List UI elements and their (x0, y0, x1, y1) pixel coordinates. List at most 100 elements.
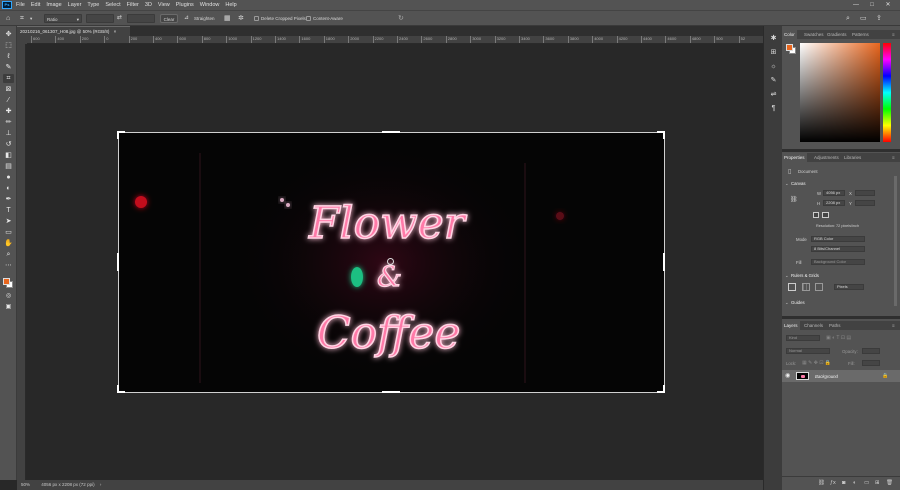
link-icon[interactable]: ⛓ (790, 196, 798, 203)
orientation-landscape-icon[interactable] (822, 212, 829, 218)
lasso-tool-icon[interactable]: ℓ (3, 52, 14, 61)
menu-filter[interactable]: Filter (127, 2, 139, 8)
layer-row-background[interactable]: ◉ Background 🔒 (782, 370, 900, 382)
fill-select[interactable]: Background Color (811, 259, 865, 265)
canvas-height-field[interactable]: 2208 px (823, 200, 845, 206)
tab-channels[interactable]: Channels (802, 321, 825, 330)
home-icon[interactable]: ⌂ (6, 14, 10, 23)
lock-icons[interactable]: ▦ ✎ ✥ ⊡ 🔒 (802, 360, 831, 366)
gradient-tool-icon[interactable]: ▤ (3, 162, 14, 171)
add-mask-icon[interactable]: ◙ (842, 480, 845, 486)
brushes-icon[interactable]: ✎ (769, 76, 778, 85)
menu-plugins[interactable]: Plugins (176, 2, 194, 8)
crop-tool-icon[interactable]: ⌗ (3, 74, 14, 83)
tab-gradients[interactable]: Gradients (825, 30, 849, 39)
pen-tool-icon[interactable]: ✒ (3, 195, 14, 204)
tab-paths[interactable]: Paths (827, 321, 843, 330)
history-icon[interactable]: ⊞ (769, 48, 778, 57)
menu-window[interactable]: Window (200, 2, 220, 8)
close-tab-icon[interactable]: × (114, 29, 117, 34)
layer-filter-icons[interactable]: ▣ ◐ T ⊡ ▤ (826, 335, 851, 341)
properties-scrollbar[interactable] (894, 176, 897, 306)
move-tool-icon[interactable]: ✥ (3, 30, 14, 39)
content-aware-checkbox[interactable]: Content-Aware (306, 14, 343, 23)
maximize-button[interactable]: □ (866, 0, 878, 10)
crop-handle-right[interactable] (663, 253, 665, 271)
crop-handle-bottom-left-v[interactable] (117, 385, 119, 393)
straighten-label[interactable]: Straighten (194, 14, 215, 23)
foreground-color-chip[interactable] (3, 278, 10, 285)
healing-brush-tool-icon[interactable]: ✚ (3, 107, 14, 116)
brush-tool-icon[interactable]: ✏ (3, 118, 14, 127)
layer-lock-icon[interactable]: 🔒 (882, 373, 888, 379)
learn-icon[interactable]: ✱ (769, 34, 778, 43)
ratio-select[interactable]: Ratio ▾ (44, 14, 82, 23)
screen-mode-icon[interactable]: ▣ (3, 303, 14, 312)
crop-handle-top-left-v[interactable] (117, 131, 119, 139)
eraser-tool-icon[interactable]: ◧ (3, 151, 14, 160)
units-select[interactable]: Pixels (834, 284, 864, 290)
crop-handle-top-right-v[interactable] (663, 131, 665, 139)
layer-kind-filter[interactable]: Kind (786, 335, 820, 341)
path-selection-tool-icon[interactable]: ➤ (3, 217, 14, 226)
menu-select[interactable]: Select (105, 2, 120, 8)
dodge-tool-icon[interactable]: ◐ (3, 184, 14, 193)
adjustment-layer-icon[interactable]: ◐ (853, 480, 856, 486)
color-panel-foreground[interactable] (786, 44, 793, 51)
tab-adjustments[interactable]: Adjustments (812, 153, 841, 162)
close-window-button[interactable]: ✕ (882, 0, 894, 10)
canvas-x-field[interactable] (855, 190, 875, 196)
new-layer-icon[interactable]: ⊞ (875, 480, 880, 486)
menu-type[interactable]: Type (87, 2, 99, 8)
new-group-icon[interactable]: ▭ (864, 480, 869, 486)
zoom-readout[interactable]: 50% (21, 482, 30, 487)
marquee-tool-icon[interactable]: ⬚ (3, 41, 14, 50)
menu-layer[interactable]: Layer (68, 2, 82, 8)
horizontal-ruler[interactable]: 600 400 200 0 200 400 600 800 1000 1200 1400 1600 18… (27, 36, 763, 44)
crop-handle-bottom-right-v[interactable] (663, 385, 665, 393)
panel-menu-icon[interactable]: ≡ (890, 153, 897, 162)
gear-icon[interactable]: ✲ (238, 14, 244, 23)
history-brush-tool-icon[interactable]: ↺ (3, 140, 14, 149)
layer-style-icon[interactable]: ƒx (830, 480, 836, 486)
rectangle-tool-icon[interactable]: ▭ (3, 228, 14, 237)
eye-icon[interactable]: ◉ (785, 372, 790, 379)
tab-layers[interactable]: Layers (782, 321, 800, 330)
panel-menu-icon[interactable]: ≡ (890, 321, 897, 330)
fill-opacity-field[interactable] (862, 360, 880, 366)
guides-section-toggle[interactable]: ⌄ (785, 300, 789, 306)
layer-name[interactable]: Background (815, 374, 838, 379)
ruler-corner[interactable] (17, 36, 27, 44)
zoom-tool-icon[interactable]: ⌕ (3, 250, 14, 259)
menu-3d[interactable]: 3D (145, 2, 152, 8)
canvas-section-toggle[interactable]: ⌄ (785, 181, 789, 187)
reset-icon[interactable]: ↻ (398, 14, 404, 23)
ratio-height-field[interactable] (127, 14, 155, 23)
crop-handle-bottom[interactable] (382, 391, 400, 393)
hand-tool-icon[interactable]: ✋ (3, 239, 14, 248)
crop-handle-top[interactable] (382, 131, 400, 133)
canvas-width-field[interactable]: 4056 px (823, 190, 845, 196)
menu-file[interactable]: File (16, 2, 25, 8)
mode-select[interactable]: RGB Color (811, 236, 865, 242)
chevron-down-icon[interactable]: ▾ (30, 14, 32, 23)
tab-swatches[interactable]: Swatches (802, 30, 826, 39)
blend-mode-select[interactable]: Normal (786, 348, 830, 354)
quick-mask-icon[interactable]: ◎ (3, 292, 14, 301)
search-icon[interactable]: ⌕ (846, 14, 850, 23)
crop-tool-preset-icon[interactable]: ⌗ (20, 14, 24, 23)
quick-select-tool-icon[interactable]: ✎ (3, 63, 14, 72)
rulers-section-toggle[interactable]: ⌄ (785, 273, 789, 279)
menu-image[interactable]: Image (46, 2, 61, 8)
guides-toggle-icon[interactable] (815, 283, 823, 291)
orientation-portrait-icon[interactable] (813, 212, 819, 218)
clear-button[interactable]: Clear (160, 14, 178, 23)
actions-icon[interactable]: ☼ (769, 62, 778, 71)
bit-depth-select[interactable]: 8 Bits/Channel (811, 246, 865, 252)
paragraph-icon[interactable]: ¶ (769, 104, 778, 113)
share-icon[interactable]: ⇪ (876, 14, 882, 23)
hue-slider[interactable] (883, 43, 891, 142)
tab-libraries[interactable]: Libraries (842, 153, 863, 162)
delete-cropped-pixels-checkbox[interactable]: Delete Cropped Pixels (254, 14, 306, 23)
canvas-y-field[interactable] (855, 200, 875, 206)
